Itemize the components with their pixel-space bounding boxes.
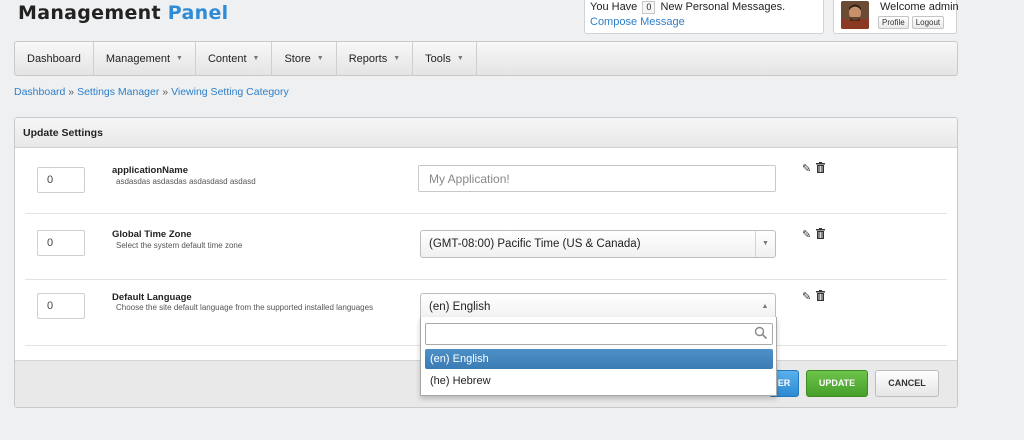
setting-name: Default Language bbox=[112, 292, 192, 303]
setting-description: Choose the site default language from th… bbox=[116, 303, 374, 312]
nav-label: Dashboard bbox=[27, 52, 81, 65]
messages-count-badge: 0 bbox=[642, 1, 656, 14]
nav-content[interactable]: Content ▼︎ bbox=[196, 42, 273, 75]
cancel-button-label: CANCEL bbox=[888, 378, 926, 388]
chevron-down-icon: ▼︎ bbox=[456, 55, 464, 62]
language-dropdown: (en) English (he) Hebrew bbox=[420, 317, 777, 396]
profile-button[interactable]: Profile bbox=[878, 16, 909, 29]
breadcrumb-separator: » bbox=[68, 86, 75, 98]
nav-tools[interactable]: Tools ▼︎ bbox=[413, 42, 477, 75]
avatar[interactable] bbox=[841, 1, 869, 29]
application-name-input[interactable] bbox=[418, 165, 776, 192]
chevron-down-icon: ▼︎ bbox=[316, 55, 324, 62]
blue-button-label: ER bbox=[777, 378, 791, 388]
search-icon bbox=[754, 326, 768, 340]
nav-label: Store bbox=[284, 52, 311, 65]
welcome-text: Welcome admin bbox=[880, 1, 959, 13]
setting-row: applicationName asdasdas asdasdas asdasd… bbox=[25, 148, 947, 214]
setting-name: applicationName bbox=[112, 165, 189, 176]
dropdown-search-input[interactable] bbox=[425, 323, 773, 345]
trash-icon[interactable] bbox=[816, 228, 825, 242]
nav-dashboard[interactable]: Dashboard bbox=[15, 42, 94, 75]
update-button[interactable]: UPDATE bbox=[806, 370, 868, 397]
edit-icon[interactable]: ✎ bbox=[802, 228, 811, 241]
chevron-down-icon: ▼︎ bbox=[176, 55, 183, 62]
cancel-button[interactable]: CANCEL bbox=[875, 370, 939, 397]
brand-accent: Panel bbox=[167, 2, 229, 24]
order-input[interactable] bbox=[37, 293, 85, 319]
messages-prefix: You Have bbox=[590, 1, 638, 13]
setting-description: asdasdas asdasdas asdasdasd asdasd bbox=[116, 177, 256, 186]
setting-name: Global Time Zone bbox=[112, 229, 192, 240]
user-box: Welcome admin Profile Logout bbox=[833, 0, 959, 34]
breadcrumb-current[interactable]: Viewing Setting Category bbox=[171, 86, 289, 98]
trash-icon[interactable] bbox=[816, 290, 825, 304]
messages-box: You Have 0 New Personal Messages. Compos… bbox=[584, 0, 824, 34]
nav-label: Management bbox=[105, 52, 171, 65]
order-input[interactable] bbox=[37, 230, 85, 256]
nav-store[interactable]: Store ▼︎ bbox=[272, 42, 337, 75]
chevron-down-icon: ▼︎ bbox=[393, 55, 401, 62]
breadcrumb-separator: » bbox=[162, 86, 169, 98]
nav-label: Tools bbox=[425, 52, 451, 65]
logout-button[interactable]: Logout bbox=[911, 16, 945, 29]
main-nav: Dashboard Management ▼︎ Content ▼︎ Store ▼︎… bbox=[14, 41, 958, 76]
select-value: (GMT-08:00) Pacific Time (US & Canada) bbox=[429, 238, 641, 250]
messages-line: You Have 0 New Personal Messages. bbox=[590, 1, 817, 14]
select-value: (en) English bbox=[429, 301, 491, 313]
nav-label: Content bbox=[207, 52, 247, 65]
nav-management[interactable]: Management ▼︎ bbox=[94, 42, 196, 75]
setting-description: Select the system default time zone bbox=[116, 241, 243, 250]
nav-label: Reports bbox=[348, 52, 388, 65]
dropdown-option-english[interactable]: (en) English bbox=[425, 349, 773, 369]
trash-icon[interactable] bbox=[816, 162, 825, 176]
brand-logo: Management Panel bbox=[18, 2, 228, 24]
option-label: (en) English bbox=[430, 353, 489, 365]
dropdown-option-hebrew[interactable]: (he) Hebrew bbox=[425, 371, 773, 391]
nav-reports[interactable]: Reports ▼︎ bbox=[337, 42, 414, 75]
chevron-down-icon: ▼︎ bbox=[755, 231, 775, 257]
panel-title: Update Settings bbox=[15, 118, 957, 148]
setting-row: Global Time Zone Select the system defau… bbox=[25, 214, 947, 280]
option-label: (he) Hebrew bbox=[430, 375, 491, 387]
order-input[interactable] bbox=[37, 167, 85, 193]
timezone-select[interactable]: (GMT-08:00) Pacific Time (US & Canada) ▼… bbox=[420, 230, 776, 258]
edit-icon[interactable]: ✎ bbox=[802, 290, 811, 303]
edit-icon[interactable]: ✎ bbox=[802, 162, 811, 175]
breadcrumb-settings-manager[interactable]: Settings Manager bbox=[77, 86, 159, 98]
update-button-label: UPDATE bbox=[818, 378, 856, 388]
breadcrumb: Dashboard » Settings Manager » Viewing S… bbox=[14, 86, 289, 98]
compose-message-link[interactable]: Compose Message bbox=[590, 16, 817, 28]
breadcrumb-dashboard[interactable]: Dashboard bbox=[14, 86, 65, 98]
messages-suffix: New Personal Messages. bbox=[660, 1, 786, 13]
brand-name: Management bbox=[18, 2, 168, 24]
chevron-down-icon: ▼︎ bbox=[252, 55, 260, 62]
